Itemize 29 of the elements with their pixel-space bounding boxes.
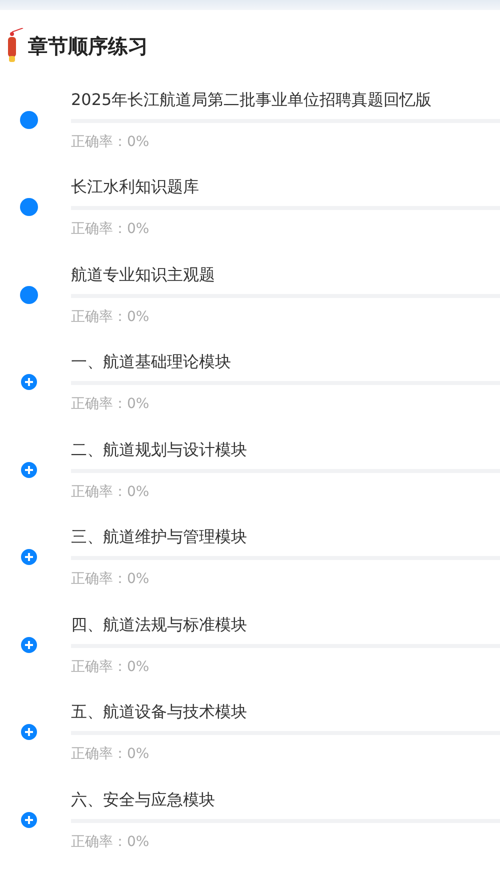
dot-icon	[20, 110, 38, 129]
expand-icon[interactable]	[20, 636, 36, 653]
chapter-title[interactable]: 六、安全与应急模块	[71, 788, 500, 811]
chapter-title[interactable]: 三、航道维护与管理模块	[71, 526, 500, 548]
expand-icon[interactable]	[20, 812, 36, 828]
expand-icon[interactable]	[20, 462, 36, 478]
accuracy-text: 正确率：0%	[71, 132, 150, 151]
accuracy-text: 正确率：0%	[71, 308, 150, 326]
chapter-title[interactable]: 五、航道设备与技术模块	[71, 701, 500, 724]
page-title: 章节顺序练习	[28, 32, 148, 60]
expand-icon[interactable]	[20, 724, 36, 740]
expand-icon[interactable]	[20, 374, 36, 390]
chapter-title[interactable]: 2025年长江航道局第二批事业单位招聘真题回忆版	[71, 88, 500, 111]
accuracy-text: 正确率：0%	[71, 395, 150, 414]
firecracker-icon	[6, 28, 24, 64]
chapter-title[interactable]: 一、航道基础理论模块	[71, 351, 500, 374]
dot-icon	[20, 198, 38, 216]
chapter-title[interactable]: 长江水利知识题库	[71, 176, 500, 198]
accuracy-text: 正确率：0%	[71, 745, 150, 764]
chapter-title[interactable]: 四、航道法规与标准模块	[71, 614, 500, 636]
accuracy-text: 正确率：0%	[71, 658, 150, 676]
expand-icon[interactable]	[20, 549, 36, 566]
dot-icon	[20, 286, 38, 304]
accuracy-text: 正确率：0%	[71, 832, 150, 851]
chapter-title[interactable]: 二、航道规划与设计模块	[71, 438, 500, 461]
accuracy-text: 正确率：0%	[71, 220, 150, 238]
accuracy-text: 正确率：0%	[71, 570, 150, 588]
accuracy-text: 正确率：0%	[71, 482, 150, 501]
chapter-title[interactable]: 航道专业知识主观题	[71, 264, 500, 286]
